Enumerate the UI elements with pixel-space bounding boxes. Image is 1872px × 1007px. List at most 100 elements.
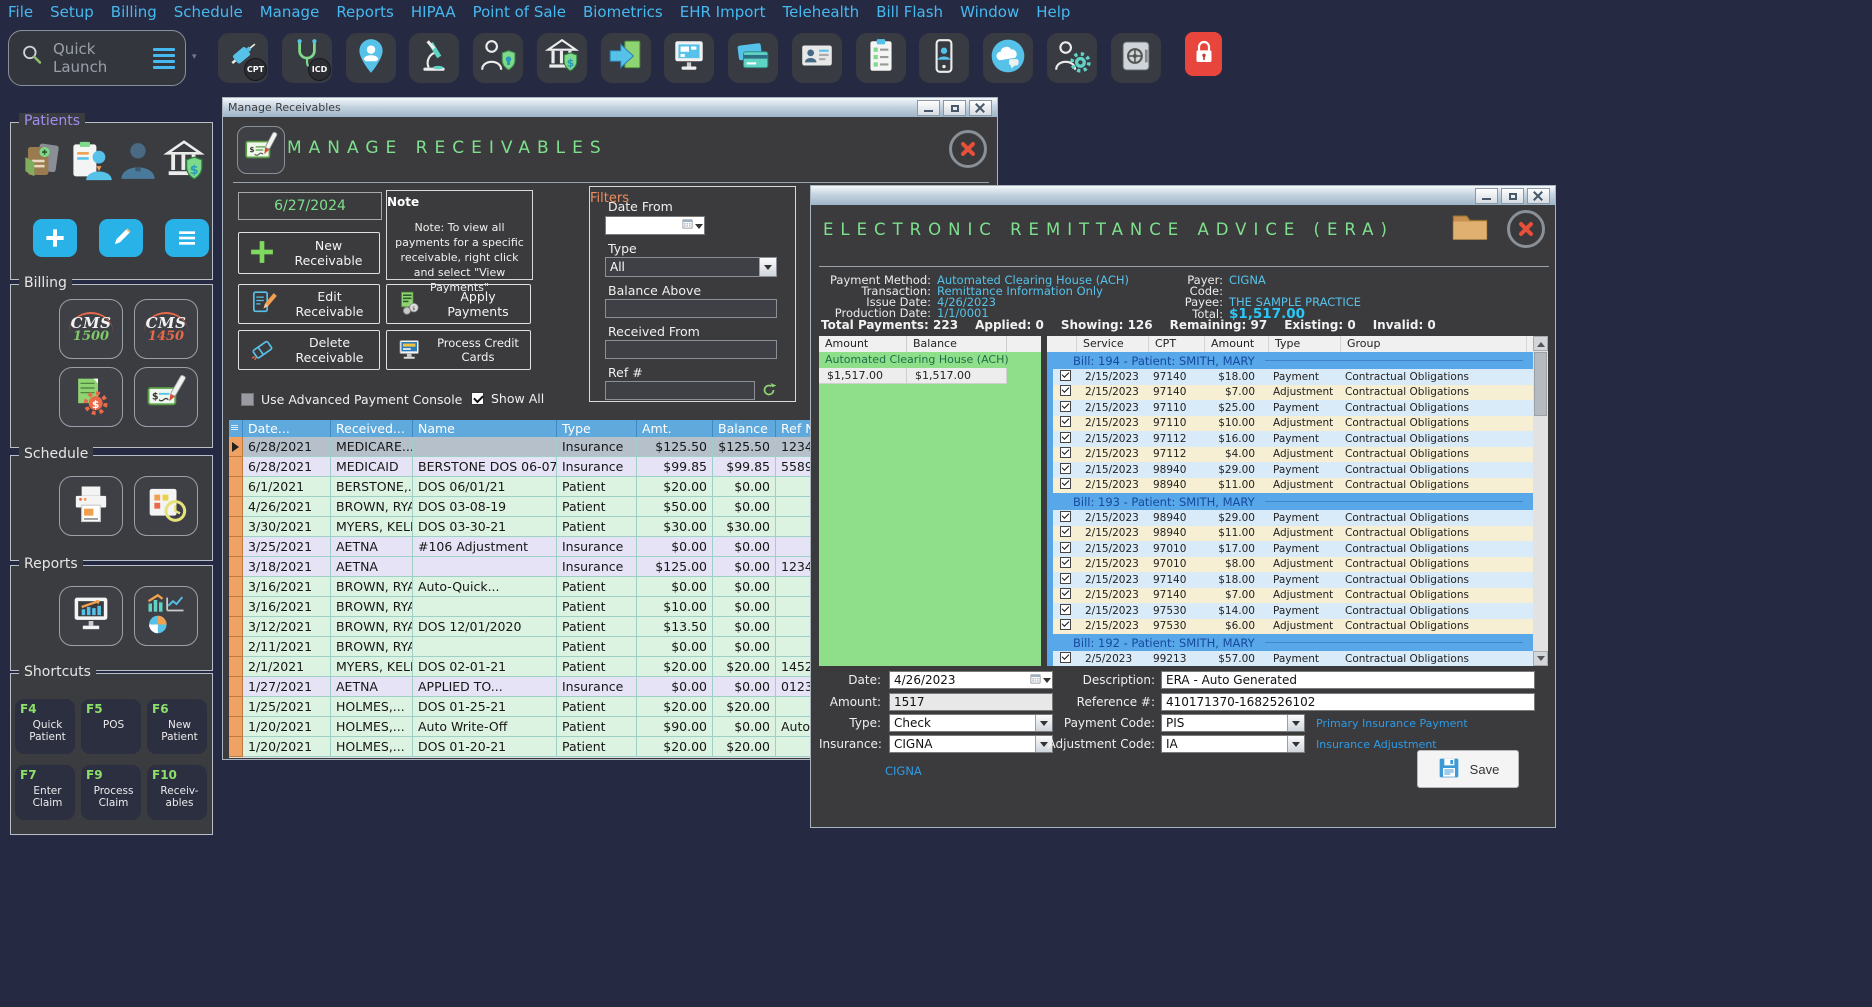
service-row[interactable]: 2/15/202398940$29.00PaymentContractual O… [1047,510,1533,526]
era-services-grid[interactable]: ServiceCPTAmountTypeGroupBill: 194 - Pat… [1047,336,1533,666]
edit-patient-button[interactable] [99,219,143,257]
cpt-codes-button[interactable]: CPT [218,33,268,83]
service-row[interactable]: 2/15/202397112$4.00AdjustmentContractual… [1047,447,1533,463]
row-selector[interactable] [229,617,243,637]
provider-location-button[interactable] [346,33,396,83]
service-row[interactable]: 2/15/202397140$18.00PaymentContractual O… [1047,369,1533,385]
service-row[interactable]: 2/15/202398940$11.00AdjustmentContractua… [1047,526,1533,542]
era-date-input[interactable]: 4/26/2023 [889,671,1053,689]
era-close-button[interactable] [1527,188,1550,204]
service-checkbox[interactable] [1060,573,1071,584]
era-maximize-button[interactable] [1501,188,1524,204]
service-checkbox[interactable] [1060,385,1071,396]
mr-close-button[interactable] [949,130,987,168]
patient-security-button[interactable] [473,33,523,83]
bill-group-header[interactable]: Bill: 192 - Patient: SMITH, MARY [1047,634,1533,651]
received-from-input[interactable] [605,340,777,359]
date-from-input[interactable] [605,216,705,235]
shortcut-f7[interactable]: F7Enter Claim [15,765,75,820]
edit-receivable-button[interactable]: Edit Receivable [238,284,380,324]
column-header-balance[interactable]: Balance [713,420,776,437]
refresh-icon[interactable] [760,381,778,403]
receivable-row[interactable]: 3/16/2021BROWN, RYANAuto-Quick...Patient… [229,577,837,597]
service-row[interactable]: 2/15/202397140$7.00AdjustmentContractual… [1047,385,1533,401]
patient-cards-icon[interactable] [19,137,65,185]
receivable-row[interactable]: 2/1/2021MYERS, KELLYDOS 02-01-21Patient$… [229,657,837,677]
payment-row[interactable]: $1,517.00 $1,517.00 [819,368,1041,384]
bill-group-header[interactable]: Bill: 193 - Patient: SMITH, MARY [1047,493,1533,510]
maximize-button[interactable] [943,100,966,116]
service-checkbox[interactable] [1060,526,1071,537]
services-col-service[interactable]: Service [1077,336,1149,352]
statements-button[interactable]: $ [59,367,123,427]
ref-number-input[interactable] [605,381,755,400]
era-calendar-picker-icon[interactable] [1028,672,1052,688]
row-selector[interactable] [229,657,243,677]
cms-1500-button[interactable]: CMS1500 [59,299,123,359]
era-amount-input[interactable]: 1517 [889,693,1053,711]
row-selector[interactable] [229,457,243,477]
receivable-row[interactable]: 1/20/2021HOLMES,...Auto Write-OffPatient… [229,717,837,737]
services-scrollbar[interactable] [1533,336,1548,666]
service-checkbox[interactable] [1060,370,1071,381]
patient-bank-icon[interactable]: $ [161,137,207,185]
minimize-button[interactable] [917,100,940,116]
bank-funds-button[interactable]: $ [537,33,587,83]
service-row[interactable]: 2/15/202397110$25.00PaymentContractual O… [1047,400,1533,416]
ehr-import-button[interactable] [601,33,651,83]
menu-item-setup[interactable]: Setup [50,3,94,21]
service-checkbox[interactable] [1060,542,1071,553]
lock-session-button[interactable] [1185,32,1222,76]
service-row[interactable]: 2/15/202397530$14.00PaymentContractual O… [1047,603,1533,619]
new-receivable-button[interactable]: New Receivable [238,232,380,274]
scroll-up-icon[interactable] [1533,336,1548,351]
service-checkbox[interactable] [1060,401,1071,412]
row-selector[interactable] [229,677,243,697]
era-close-x-button[interactable] [1507,210,1545,248]
receivable-row[interactable]: 3/18/2021AETNAInsurance$125.00$0.001234 [229,557,837,577]
dropdown-arrow-icon[interactable] [759,258,776,276]
balance-above-input[interactable] [605,299,777,318]
menu-item-billing[interactable]: Billing [111,3,157,21]
checklist-button[interactable] [856,33,906,83]
grid-header[interactable]: Date...Received...NameTypeAmt.BalanceRef… [229,420,837,437]
menu-item-bill-flash[interactable]: Bill Flash [876,3,943,21]
receivable-row[interactable]: 1/27/2021AETNAAPPLIED TO...Insurance$0.0… [229,677,837,697]
era-insurance-select[interactable]: CIGNA [889,735,1053,753]
era-adjustment-code-select[interactable]: IA [1161,735,1305,753]
column-header-type[interactable]: Type [557,420,637,437]
service-checkbox[interactable] [1060,463,1071,474]
menu-item-biometrics[interactable]: Biometrics [583,3,663,21]
delete-receivable-button[interactable]: Delete Receivable [238,330,380,370]
service-row[interactable]: 2/5/202399213$57.00PaymentContractual Ob… [1047,651,1533,666]
row-selector[interactable] [229,697,243,717]
service-row[interactable]: 2/15/202398940$11.00AdjustmentContractua… [1047,478,1533,494]
quick-launch[interactable]: Quick Launch [8,30,186,86]
apply-payments-button[interactable]: $ Apply Payments [386,284,531,324]
shortcut-f10[interactable]: F10Receiv-ables [147,765,207,820]
receivable-row[interactable]: 1/25/2021HOLMES,...DOS 01-25-21Patient$2… [229,697,837,717]
shortcut-f4[interactable]: F4Quick Patient [15,699,75,754]
shortcut-f6[interactable]: F6New Patient [147,699,207,754]
print-schedule-button[interactable] [59,476,123,536]
service-checkbox[interactable] [1060,588,1071,599]
save-button[interactable]: Save [1417,750,1519,788]
era-reference-input[interactable]: 410171370-1682526102 [1161,693,1535,711]
menu-item-point-of-sale[interactable]: Point of Sale [473,3,566,21]
scroll-down-icon[interactable] [1533,651,1548,666]
service-checkbox[interactable] [1060,619,1071,630]
menu-item-file[interactable]: File [8,3,33,21]
report-charts-button[interactable] [134,586,198,646]
add-patient-button[interactable] [33,219,77,257]
row-selector[interactable] [229,737,243,757]
service-row[interactable]: 2/15/202397140$7.00AdjustmentContractual… [1047,588,1533,604]
mr-titlebar[interactable]: Manage Receivables [223,98,997,117]
scroll-thumb[interactable] [1534,352,1547,416]
id-badge-button[interactable] [792,33,842,83]
icd-codes-button[interactable]: ICD [282,33,332,83]
mobile-app-button[interactable] [919,33,969,83]
row-selector[interactable] [229,497,243,517]
row-selector[interactable] [229,437,243,457]
services-col-cpt[interactable]: CPT [1149,336,1205,352]
user-settings-button[interactable] [1047,33,1097,83]
